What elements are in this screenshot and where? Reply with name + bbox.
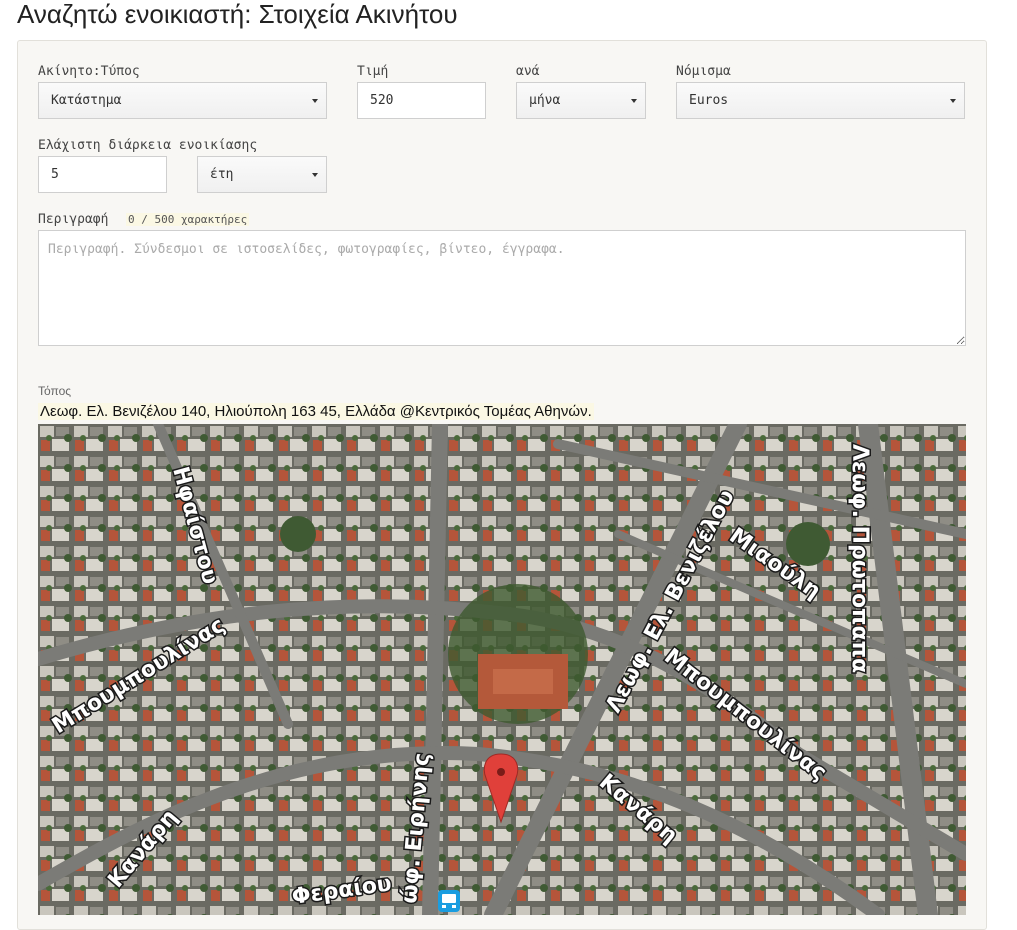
property-type-select[interactable]: Κατάστημα	[38, 82, 327, 119]
per-select[interactable]: μήνα	[516, 82, 646, 119]
currency-value: Euros	[689, 93, 729, 108]
min-duration-input[interactable]: 5	[38, 156, 167, 193]
currency-select[interactable]: Euros	[676, 82, 965, 119]
caret-down-icon	[312, 98, 318, 103]
per-label: ανά	[516, 64, 540, 79]
min-duration-value: 5	[51, 167, 59, 182]
min-duration-label: Ελάχιστη διάρκεια ενοικίασης	[38, 138, 258, 153]
price-input[interactable]: 520	[357, 82, 486, 119]
property-type-value: Κατάστημα	[51, 93, 122, 108]
per-value: μήνα	[529, 93, 561, 108]
price-label: Τιμή	[357, 64, 389, 79]
street-label-protopapa: Λεωφ. Πρωτοπαπα	[847, 444, 872, 673]
description-char-counter: 0 / 500 χαρακτήρες	[126, 213, 250, 226]
description-textarea[interactable]	[38, 230, 966, 346]
duration-unit-select[interactable]: έτη	[197, 156, 327, 193]
property-type-label: Ακίνητο:Τύπος	[38, 64, 140, 79]
caret-down-icon	[312, 172, 318, 177]
caret-down-icon	[631, 98, 637, 103]
duration-unit-value: έτη	[210, 167, 234, 182]
bus-stop-icon[interactable]	[438, 890, 460, 912]
satellite-map[interactable]: Ηφαίστου Λεωφ. Ελ. Βενιζέλου Μιαούλη Λεω…	[38, 424, 966, 915]
description-label: Περιγραφή	[38, 212, 109, 227]
page-title: Αναζητώ ενοικιαστή: Στοιχεία Ακινήτου	[17, 0, 458, 29]
location-label: Τόπος	[38, 384, 72, 398]
currency-label: Νόμισμα	[676, 64, 731, 79]
caret-down-icon	[950, 98, 956, 103]
location-address: Λεωφ. Ελ. Βενιζέλου 140, Ηλιούπολη 163 4…	[38, 403, 594, 420]
price-value: 520	[370, 93, 394, 108]
